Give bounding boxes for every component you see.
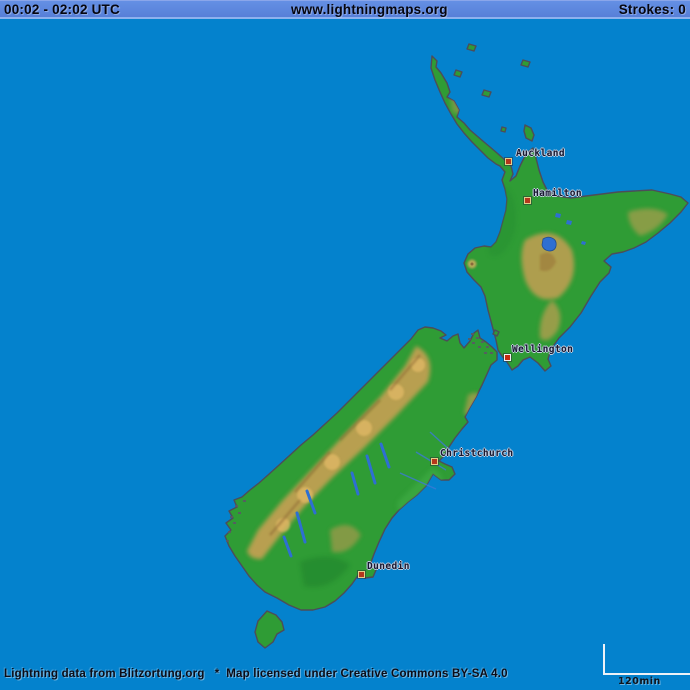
- time-range-label: 00:02 - 02:02 UTC: [4, 2, 120, 17]
- city-marker[interactable]: [504, 354, 511, 361]
- map-canvas[interactable]: [0, 0, 690, 690]
- city-label: Auckland: [516, 148, 565, 159]
- scale-span-label: 120min: [618, 676, 661, 687]
- city-marker[interactable]: [524, 197, 531, 204]
- attribution-text: Lightning data from Blitzortung.org * Ma…: [4, 668, 508, 680]
- city-marker[interactable]: [505, 158, 512, 165]
- city-marker[interactable]: [358, 571, 365, 578]
- city-label: Dunedin: [367, 561, 410, 572]
- strokes-counter: Strokes: 0: [619, 2, 686, 17]
- city-marker[interactable]: [431, 458, 438, 465]
- city-label: Wellington: [512, 344, 573, 355]
- city-label: Christchurch: [440, 448, 513, 459]
- city-label: Hamilton: [533, 188, 582, 199]
- scale-axis: [603, 644, 690, 675]
- top-bar: 00:02 - 02:02 UTC www.lightningmaps.org …: [0, 0, 690, 19]
- site-title-link[interactable]: www.lightningmaps.org: [291, 2, 448, 17]
- lightning-map-app: 00:02 - 02:02 UTC www.lightningmaps.org …: [0, 0, 690, 690]
